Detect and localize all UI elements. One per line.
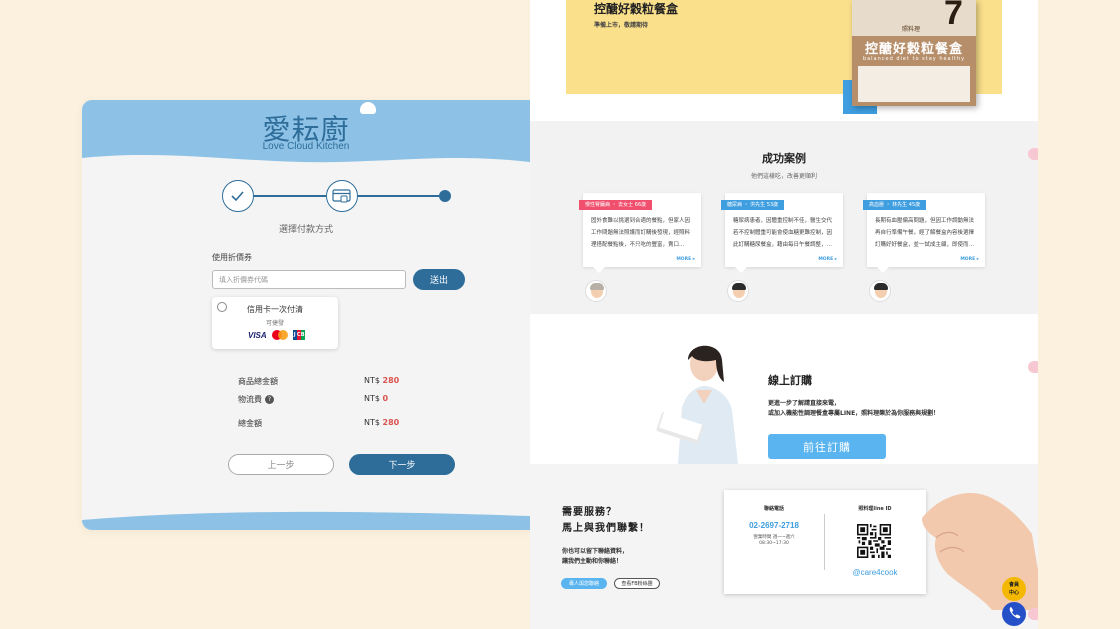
case-tag: 糖尿病 ・ 洪先生 53歲 xyxy=(721,200,785,210)
box-brand: 照料理 xyxy=(902,26,921,33)
box-subtitle: balanced diet to stay healthy xyxy=(862,56,966,62)
coupon-submit-button[interactable]: 送出 xyxy=(413,269,465,290)
prev-step-button[interactable]: 上一步 xyxy=(228,454,334,475)
product-box-image: 7 照料理 控醣好穀粒餐盒 balanced diet to stay heal… xyxy=(852,0,976,106)
box-nutrition-label xyxy=(858,66,970,102)
summary-row-subtotal: 商品總金額 NT$ 280 xyxy=(238,376,418,388)
member-center-label: 中心 xyxy=(1008,590,1019,596)
promo-title: 控醣好穀粒餐盒 xyxy=(594,2,679,16)
stepper-line xyxy=(358,195,440,197)
summary-label: 商品總金額 xyxy=(238,377,278,386)
cases-title: 成功案例 xyxy=(762,152,806,165)
order-description: 或加入機能性調理餐盒專屬LINE，照料理樂於為你服務與規劃！ xyxy=(768,410,940,417)
phone-call-button[interactable] xyxy=(1002,602,1026,626)
divider xyxy=(824,514,825,570)
cases-subtitle: 他們這樣吃，改善更順利 xyxy=(750,173,817,180)
phone-icon xyxy=(1009,607,1021,619)
business-hours: 營業時間 週一~週六 xyxy=(753,535,795,540)
side-tab[interactable] xyxy=(1028,608,1038,620)
case-text: 糖尿病患者，因體重控制不佳，醫生交代若不控制體重可能會使血糖更難控制，因此訂購糖… xyxy=(733,218,833,248)
case-card[interactable]: 高血壓 ・ 林先生 45歲 長期有血壓偏高問題，但因工作調動無法再自行準備午餐，… xyxy=(863,193,985,273)
summary-amount: NT$ 0 xyxy=(364,394,389,403)
step-upcoming xyxy=(439,190,451,202)
credit-card-icon xyxy=(332,189,351,203)
promo-subtitle: 準備上市，敬請期待 xyxy=(594,22,649,29)
case-text: 固外食難以挑選到合適的餐點，但家人因工作問題無法照護而訂購後發現，經照料理搭配餐… xyxy=(591,218,691,248)
payment-subtitle: 可捷發 xyxy=(265,320,284,327)
landing-page: 控醣好穀粒餐盒 準備上市，敬請期待 7 照料理 控醣好穀粒餐盒 balanced… xyxy=(530,0,1038,629)
case-more-link[interactable]: MORE ▸ xyxy=(960,257,979,262)
logo-subtext: Love Cloud Kitchen xyxy=(262,141,350,152)
summary-amount: NT$ 280 xyxy=(364,376,400,385)
help-icon[interactable]: ? xyxy=(265,395,274,404)
avatar xyxy=(727,280,749,302)
checkmark-icon xyxy=(231,191,244,202)
step-current xyxy=(326,180,358,212)
avatar xyxy=(585,280,607,302)
footer-wave xyxy=(82,511,530,530)
payment-option-card[interactable]: 信用卡一次付清 可捷發 VISA JCB xyxy=(212,297,338,349)
box-number: 7 xyxy=(944,0,963,32)
contact-description: 讓我們主動和你聯絡！ xyxy=(562,558,623,565)
qr-code-icon xyxy=(857,524,891,558)
side-tab[interactable] xyxy=(1028,148,1038,160)
side-tab[interactable] xyxy=(1028,361,1038,373)
facebook-page-button[interactable]: 查看FB粉絲團 xyxy=(614,578,660,589)
visa-logo: VISA xyxy=(248,330,267,340)
contact-description: 你也可以留下聯絡資料， xyxy=(562,548,629,555)
contact-title: 馬上與我們聯繫！ xyxy=(562,523,650,534)
box-title: 控醣好穀粒餐盒 xyxy=(864,42,963,57)
line-heading: 照料理line ID xyxy=(858,506,892,512)
contact-me-button[interactable]: 專人與您聯絡 xyxy=(561,578,607,589)
mastercard-logo xyxy=(271,330,288,340)
coupon-label: 使用折價券 xyxy=(212,253,252,262)
order-description: 更進一步了解請直接來電， xyxy=(768,400,841,407)
phone-heading: 聯絡電話 xyxy=(763,506,784,512)
case-tag: 慢性腎臟病 ・ 去女士 66歲 xyxy=(579,200,653,210)
avatar xyxy=(869,280,891,302)
order-title: 線上訂購 xyxy=(768,374,812,387)
card-brands: VISA JCB xyxy=(248,329,308,341)
payment-title: 信用卡一次付清 xyxy=(247,305,303,314)
next-step-button[interactable]: 下一步 xyxy=(349,454,455,475)
step-completed xyxy=(222,180,254,212)
summary-row-total: 總金額 NT$ 280 xyxy=(238,418,418,430)
order-now-button[interactable]: 前往訂購 xyxy=(768,434,886,459)
business-hours: 08:30~17:30 xyxy=(759,541,789,546)
summary-label: 總金額 xyxy=(238,419,262,428)
member-center-label: 會員 xyxy=(1008,582,1019,588)
case-more-link[interactable]: MORE ▸ xyxy=(676,257,695,262)
phone-number[interactable]: 02-2697-2718 xyxy=(724,521,824,530)
coupon-input[interactable] xyxy=(212,270,406,289)
contact-card: 聯絡電話 02-2697-2718 營業時間 週一~週六 08:30~17:30… xyxy=(724,490,926,594)
stepper-line xyxy=(254,195,326,197)
checkout-stepper xyxy=(222,180,452,212)
summary-amount: NT$ 280 xyxy=(364,418,400,427)
line-id[interactable]: @care4cook xyxy=(824,568,926,577)
case-card[interactable]: 糖尿病 ・ 洪先生 53歲 糖尿病患者，因體重控制不佳，醫生交代若不控制體重可能… xyxy=(721,193,843,273)
case-tag: 高血壓 ・ 林先生 45歲 xyxy=(863,200,927,210)
checkout-card: 愛耘廚 Love Cloud Kitchen 選擇付款方式 使用折價券 送出 信… xyxy=(82,100,530,530)
case-card[interactable]: 慢性腎臟病 ・ 去女士 66歲 固外食難以挑選到合適的餐點，但家人因工作問題無法… xyxy=(579,193,701,273)
contact-title: 需要服務？ xyxy=(562,507,617,518)
summary-row-shipping: 物流費? NT$ 0 xyxy=(238,394,418,406)
nurse-illustration xyxy=(656,345,738,464)
case-text: 長期有血壓偏高問題，但因工作調動無法再自行準備午餐，經了解餐盒內容後選擇訂購好好… xyxy=(875,218,975,248)
step-caption: 選擇付款方式 xyxy=(278,225,333,235)
member-center-button[interactable]: 會員 中心 xyxy=(1002,577,1026,601)
summary-label: 物流費? xyxy=(238,394,274,405)
jcb-logo: JCB xyxy=(292,330,305,340)
case-more-link[interactable]: MORE ▸ xyxy=(818,257,837,262)
